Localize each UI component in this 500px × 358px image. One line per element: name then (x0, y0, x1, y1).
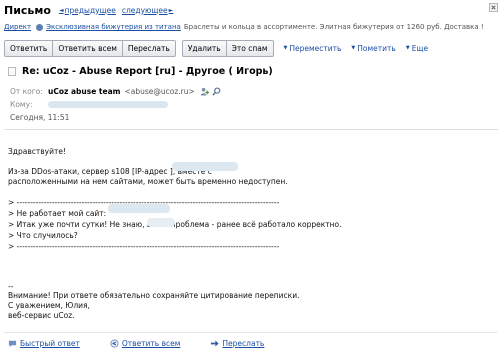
title-bar: Письмо ◄ предыдущее следующее ► (4, 3, 179, 17)
quick-reply-icon (8, 340, 17, 348)
search-icon[interactable] (212, 87, 221, 96)
forward-button[interactable]: Переслать (122, 39, 176, 57)
ad-description: Браслеты и кольца в ассортименте. Элитна… (183, 23, 484, 31)
to-row: Кому: (10, 100, 168, 109)
prev-message-label: предыдущее (64, 5, 116, 15)
quote-line-3: > Что случилось? (8, 231, 78, 240)
flag-icon[interactable] (8, 67, 16, 76)
chevron-down-icon: ▼ (351, 45, 356, 51)
signature-dashes: -- (8, 282, 14, 291)
header-divider (4, 129, 498, 130)
message-subject-row: Re: uCoz - Abuse Report [ru] - Другое ( … (8, 66, 273, 77)
message-subject: Re: uCoz - Abuse Report [ru] - Другое ( … (22, 66, 273, 77)
reply-all-link[interactable]: Ответить всем (110, 339, 181, 348)
next-message-label: следующее (121, 5, 168, 15)
more-dropdown[interactable]: ▼ Еще (406, 44, 428, 53)
reply-button[interactable]: Ответить (4, 39, 54, 57)
from-row: От кого: uCoz abuse team <abuse@ucoz.ru> (10, 87, 221, 96)
ad-title-link[interactable]: Эксклюзивная бижутерия из титана (46, 23, 181, 31)
reply-all-icon (110, 339, 119, 348)
arrow-left-icon: ◄ (58, 6, 64, 14)
delete-button-group: Удалить Это спам (181, 39, 274, 57)
reply-all-button[interactable]: Ответить всем (53, 39, 123, 57)
quote-separator-bottom: > --------------------------------------… (8, 242, 280, 251)
quick-reply-label: Быстрый ответ (20, 339, 80, 348)
quote-line-1: > Не работает мой сайт: (8, 209, 107, 218)
reply-all-label: Ответить всем (121, 339, 181, 348)
message-toolbar: Ответить Ответить всем Переслать Удалить… (4, 38, 434, 58)
to-label: Кому: (10, 100, 33, 109)
forward-arrow-icon (211, 340, 219, 347)
from-label: От кого: (10, 87, 43, 96)
move-dropdown-label: Переместить (289, 43, 342, 53)
footer-divider (4, 332, 498, 333)
recipient-redacted (48, 101, 168, 108)
body-greeting: Здравствуйте! (8, 147, 66, 156)
forward-label: Переслать (222, 339, 265, 348)
message-date: Сегодня, 11:51 (10, 113, 70, 122)
ip-address-redacted (172, 162, 238, 171)
mark-dropdown-label: Пометить (357, 43, 396, 53)
body-warning: Внимание! При ответе обязательно сохраня… (8, 291, 300, 300)
chevron-down-icon: ▼ (405, 45, 410, 51)
quick-reply-link[interactable]: Быстрый ответ (8, 339, 80, 348)
close-icon[interactable] (489, 3, 498, 12)
reply-button-group: Ответить Ответить всем Переслать (4, 39, 176, 57)
ad-line: Директ Эксклюзивная бижутерия из титана … (4, 23, 498, 31)
prev-message-link[interactable]: ◄ предыдущее (59, 6, 116, 15)
ad-label-link[interactable]: Директ (4, 23, 31, 31)
sender-email: <abuse@ucoz.ru> (124, 87, 195, 96)
add-contact-icon[interactable] (200, 87, 209, 96)
forward-link[interactable]: Переслать (210, 339, 264, 348)
next-message-link[interactable]: следующее ► (122, 6, 173, 15)
more-dropdown-label: Еще (411, 43, 429, 53)
site-url-redacted (108, 204, 170, 213)
move-dropdown[interactable]: ▼ Переместить (284, 44, 342, 53)
body-line-2: расположенными на нем сайтами, может быт… (8, 177, 288, 186)
bottom-actions: Быстрый ответ Ответить всем Переслать (8, 339, 294, 348)
body-regards: С уважением, Юлия, (8, 301, 90, 310)
text-redacted (147, 218, 175, 227)
chevron-down-icon: ▼ (283, 45, 288, 51)
sender-name[interactable]: uCoz abuse team (48, 87, 120, 96)
delete-button[interactable]: Удалить (181, 39, 227, 57)
ad-globe-icon (36, 23, 44, 31)
mark-dropdown[interactable]: ▼ Пометить (351, 44, 395, 53)
spam-button[interactable]: Это спам (226, 39, 274, 57)
body-service: веб-сервис uCoz. (8, 311, 75, 320)
arrow-right-icon: ► (168, 6, 174, 14)
page-title: Письмо (4, 3, 51, 17)
date-row: Сегодня, 11:51 (10, 113, 69, 122)
